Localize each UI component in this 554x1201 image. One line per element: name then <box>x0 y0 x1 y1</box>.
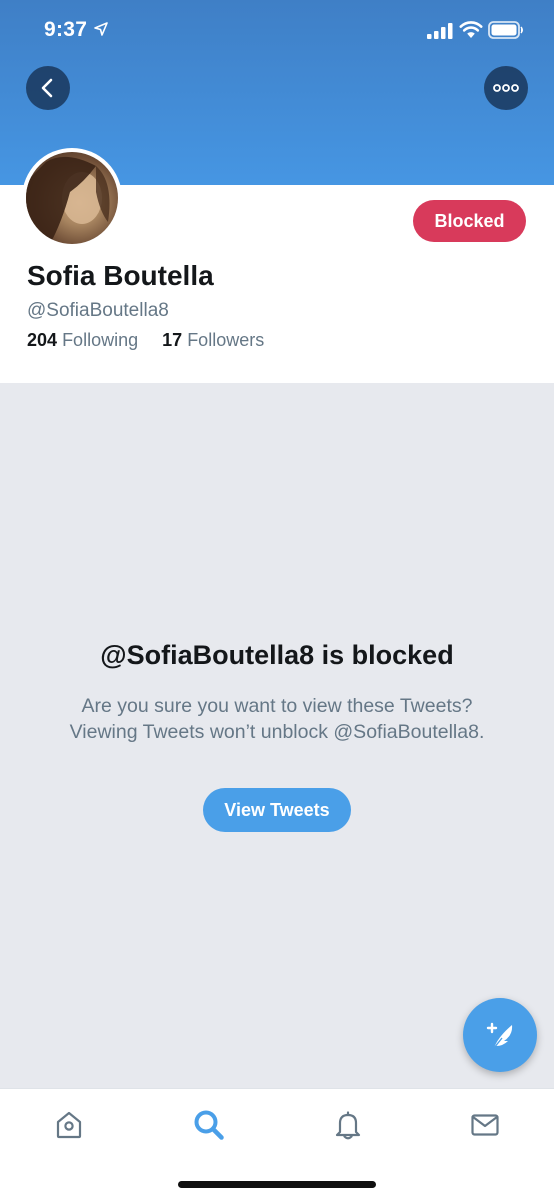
tab-notifications[interactable] <box>330 1107 366 1143</box>
tab-messages[interactable] <box>467 1107 503 1143</box>
mail-icon <box>471 1114 499 1136</box>
display-name: Sofia Boutella <box>27 260 214 291</box>
avatar-photo <box>26 152 118 244</box>
home-indicator <box>178 1181 376 1188</box>
followers-label: Followers <box>187 330 265 350</box>
following-label: Following <box>62 330 139 350</box>
back-button[interactable] <box>26 66 70 110</box>
following-link[interactable]: 204 Following <box>27 330 143 350</box>
status-bar: 9:37 <box>0 0 554 62</box>
tab-home[interactable] <box>51 1107 87 1143</box>
following-count: 204 <box>27 330 58 350</box>
home-icon <box>56 1111 82 1139</box>
blocked-message: Are you sure you want to view these Twee… <box>69 695 485 743</box>
followers-link[interactable]: 17 Followers <box>162 330 264 350</box>
blocked-button[interactable]: Blocked <box>413 200 526 242</box>
location-arrow-icon <box>94 22 108 36</box>
more-options-button[interactable] <box>484 66 528 110</box>
user-handle: @SofiaBoutella8 <box>27 300 169 321</box>
tab-search[interactable] <box>191 1107 227 1143</box>
cellular-signal-icon <box>427 23 453 39</box>
bell-icon <box>335 1111 361 1140</box>
search-icon <box>194 1110 224 1140</box>
battery-icon <box>488 21 523 39</box>
avatar[interactable] <box>22 148 122 248</box>
follow-stats: 204 Following 17 Followers <box>27 330 264 351</box>
compose-tweet-button[interactable] <box>463 998 537 1072</box>
more-dots-icon <box>493 84 519 92</box>
avatar-image <box>26 156 110 244</box>
wifi-icon <box>459 21 483 38</box>
compose-feather-icon <box>486 1022 513 1049</box>
blocked-notice: @SofiaBoutella8 is blocked Are you sure … <box>0 640 554 745</box>
followers-count: 17 <box>162 330 183 350</box>
blocked-title: @SofiaBoutella8 is blocked <box>100 640 454 670</box>
view-tweets-button[interactable]: View Tweets <box>203 788 351 832</box>
chevron-left-icon <box>41 78 53 98</box>
status-time: 9:37 <box>44 18 88 41</box>
